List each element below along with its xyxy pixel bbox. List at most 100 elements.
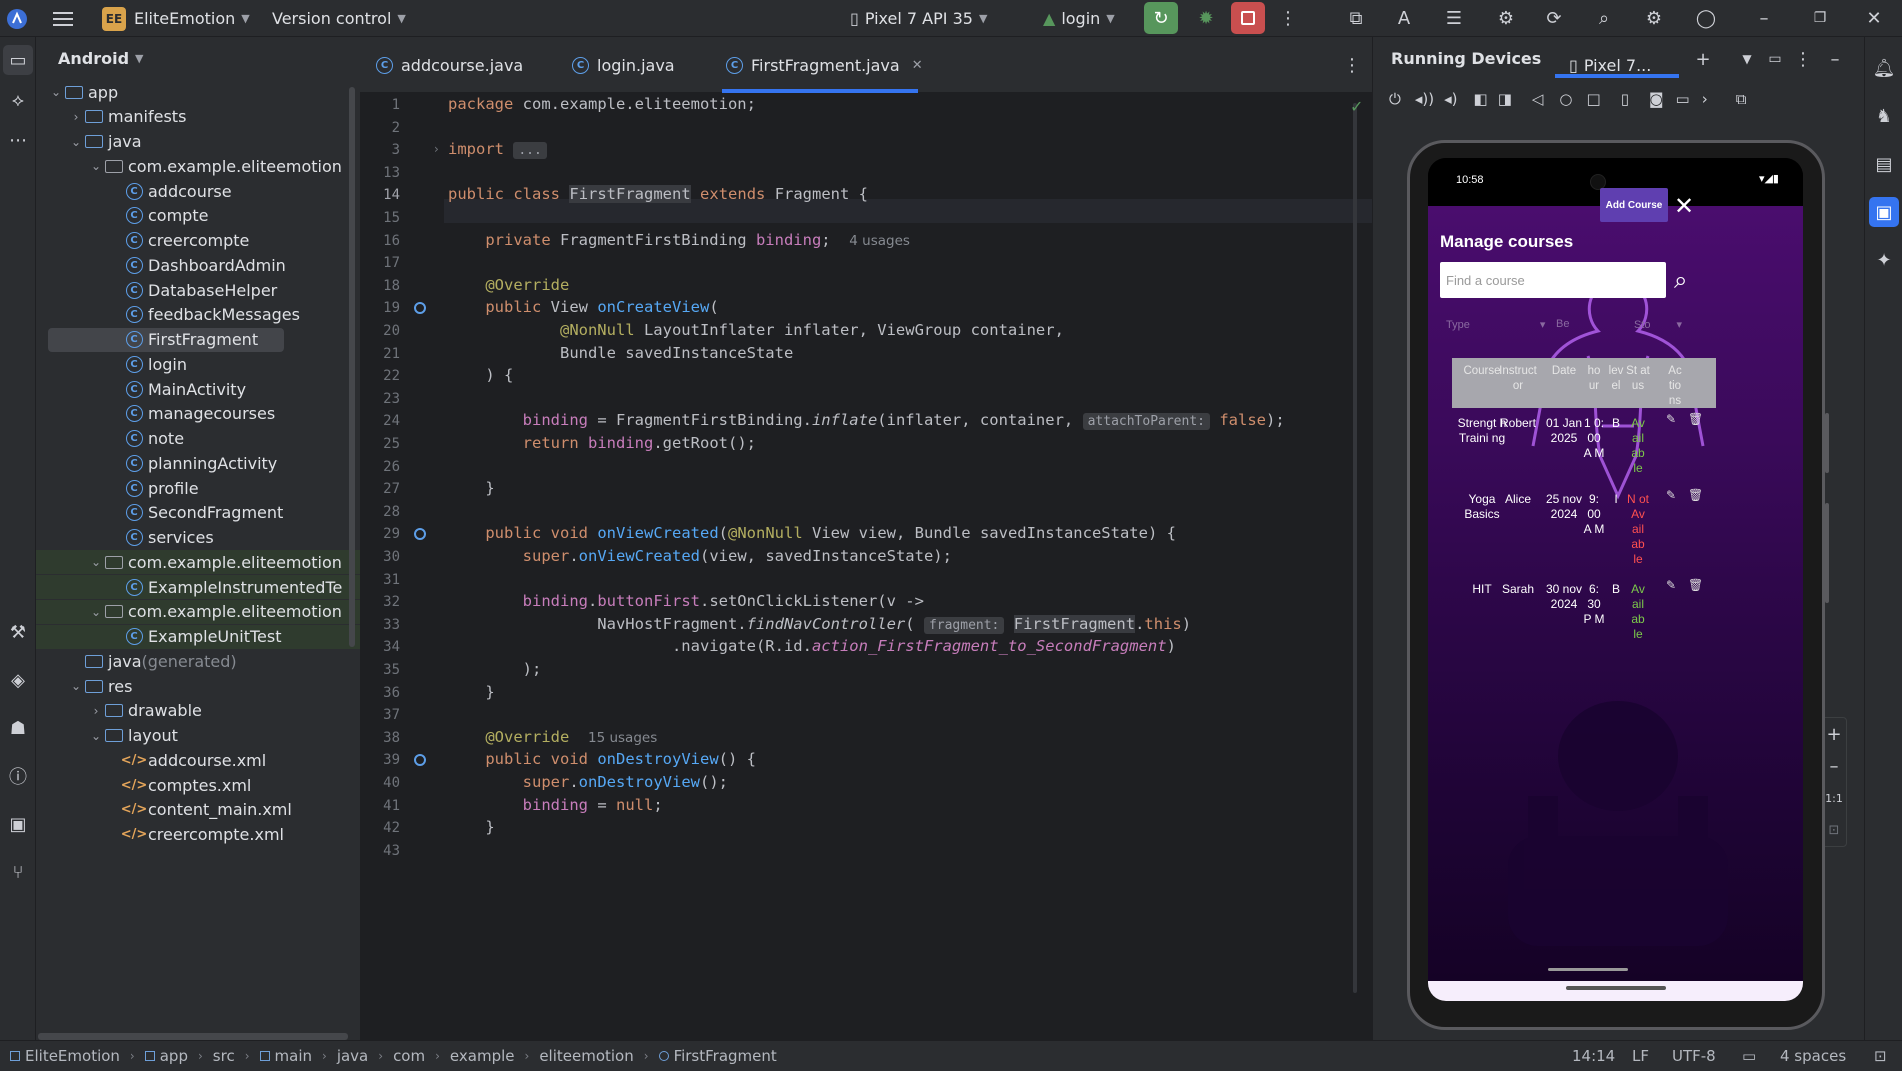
settings-button[interactable]: ⚙ (1640, 4, 1668, 32)
breadcrumb-item[interactable]: java (337, 1047, 368, 1065)
chevron-down-icon[interactable]: ⌄ (68, 679, 84, 693)
problems-button[interactable]: ⓘ (3, 761, 33, 791)
stop-button[interactable] (1231, 2, 1265, 34)
home-gesture-bar[interactable] (1566, 986, 1666, 990)
override-marker-icon[interactable] (414, 754, 426, 767)
file-encoding[interactable]: UTF-8 (1672, 1047, 1716, 1065)
add-course-button[interactable]: Add Course (1600, 188, 1668, 222)
restore-button[interactable]: ❐ (1806, 4, 1834, 32)
tree-item[interactable]: C ExampleUnitTest (36, 624, 360, 649)
breadcrumb-item[interactable]: src (213, 1047, 235, 1065)
status-filter[interactable]: Sto ▾ (1634, 318, 1682, 331)
level-filter[interactable]: Be (1556, 318, 1569, 330)
indent-setting[interactable]: 4 spaces (1780, 1047, 1846, 1065)
chevron-down-icon[interactable]: ⌄ (88, 159, 104, 173)
breadcrumb-item[interactable]: main (259, 1047, 312, 1065)
close-tab-icon[interactable]: ✕ (912, 58, 923, 73)
project-tool-button[interactable]: ▭ (3, 45, 33, 75)
zoom-out-button[interactable]: – (1822, 754, 1846, 778)
more-actions-button[interactable]: ⋮ (1276, 4, 1300, 32)
tree-item[interactable]: ⌄ com.example.eliteemotion (36, 550, 360, 575)
main-menu-icon[interactable] (50, 6, 76, 32)
tree-item[interactable]: Cnote (36, 427, 360, 451)
home-icon[interactable]: ○ (1559, 90, 1572, 108)
overview-icon[interactable]: □ (1587, 90, 1601, 108)
tree-item[interactable]: ⌄ app (36, 80, 360, 104)
terminal-button[interactable]: ▣ (3, 809, 33, 839)
zoom-fit-button[interactable]: ⊡ (1822, 818, 1846, 842)
gradle-button[interactable]: ⚙ (1492, 4, 1520, 32)
zoom-in-button[interactable]: + (1822, 722, 1846, 746)
type-filter[interactable]: Type ▾ (1446, 318, 1545, 331)
mirror-icon[interactable]: ⧉ (1736, 90, 1747, 108)
caret-position[interactable]: 14:14 (1572, 1047, 1615, 1065)
build-variants-button[interactable]: ⚒ (3, 617, 33, 647)
tree-item[interactable]: C MainActivity (36, 377, 360, 401)
search-button[interactable]: ⌕ (1590, 4, 1618, 32)
profiler-button[interactable]: ☰ (1440, 4, 1468, 32)
sync-button[interactable]: ⟳ (1540, 4, 1568, 32)
breadcrumb-item[interactable]: com (393, 1047, 425, 1065)
tree-item[interactable]: C DatabaseHelper (36, 278, 360, 302)
ai-assistant-button[interactable]: ✦ (1869, 245, 1899, 275)
breadcrumb-item[interactable]: app (144, 1047, 188, 1065)
chevron-down-icon[interactable]: ⌄ (88, 729, 104, 743)
tree-item[interactable]: CplanningActivity (36, 451, 360, 475)
code-area[interactable]: ✓ package com.example.eliteemotion; impor… (444, 93, 1372, 1040)
run-config-selector[interactable]: ▲ login ▼ (1043, 0, 1115, 37)
tabs-dropdown-button[interactable]: ▼ (1735, 47, 1759, 71)
tree-horizontal-scrollbar[interactable] (38, 1033, 348, 1040)
rerun-button[interactable]: ↻ (1144, 2, 1178, 34)
vcs-selector[interactable]: Version control ▼ (272, 0, 406, 37)
more-tools-button[interactable]: ⋯ (3, 125, 33, 155)
chevron-right-icon[interactable]: › (88, 704, 104, 718)
override-marker-icon[interactable] (414, 302, 426, 315)
tree-item[interactable]: Ccreercompte (36, 229, 360, 253)
add-device-button[interactable]: + (1691, 47, 1715, 71)
breadcrumb-item[interactable]: EliteEmotion (10, 1047, 120, 1065)
delete-icon[interactable]: 🗑︎ (1688, 412, 1703, 426)
tree-item[interactable]: Ccompte (36, 204, 360, 228)
chevron-down-icon[interactable]: ⌄ (68, 135, 84, 149)
tab-options-button[interactable]: ⋮ (1340, 51, 1364, 79)
device-manager-button[interactable]: ⧉ (1342, 4, 1370, 32)
tree-item[interactable]: java (generated) (36, 649, 360, 673)
logcat-button[interactable]: ☗ (3, 713, 33, 743)
fold-expand-icon[interactable]: › (434, 142, 439, 156)
git-button[interactable]: ⑂ (3, 857, 33, 887)
phone-screen[interactable]: 10:58 ▾◢▮ Add Course ✕ Manage courses Fi… (1428, 158, 1803, 1001)
tree-item[interactable]: CfeedbackMessages (36, 303, 360, 327)
android-studio-logo-icon[interactable] (4, 6, 30, 32)
tree-item[interactable]: › drawable (36, 699, 360, 723)
tab-firstfragment[interactable]: C FirstFragment.java ✕ (726, 37, 923, 93)
zoom-actual-button[interactable]: 1:1 (1822, 786, 1846, 810)
translate-button[interactable]: A (1390, 4, 1418, 32)
edit-icon[interactable]: ✎ (1666, 488, 1676, 502)
chevron-right-icon[interactable]: › (1702, 90, 1708, 108)
delete-icon[interactable]: 🗑︎ (1688, 488, 1703, 502)
chevron-right-icon[interactable]: › (68, 110, 84, 124)
tree-item[interactable]: Cservices (36, 526, 360, 550)
readonly-icon[interactable]: ▭ (1742, 1047, 1756, 1065)
tree-item[interactable]: ⌄ com.example.eliteemotion (36, 154, 360, 178)
device-selector[interactable]: ▯ Pixel 7 API 35 ▼ (850, 0, 987, 37)
override-marker-icon[interactable] (414, 528, 426, 541)
search-icon[interactable]: ⌕ (1674, 266, 1687, 294)
close-icon[interactable]: ✕ (1674, 192, 1694, 220)
tree-item[interactable]: </> content_main.xml (36, 798, 360, 822)
edit-icon[interactable]: ✎ (1666, 412, 1676, 426)
tree-scrollbar[interactable] (349, 87, 355, 647)
tree-item[interactable]: C SecondFragment (36, 501, 360, 525)
tab-login[interactable]: Clogin.java (572, 37, 675, 93)
tree-item[interactable]: Cmanagecourses (36, 402, 360, 426)
notifications-button[interactable]: 🔔︎ (1869, 53, 1899, 83)
tree-item[interactable]: </> comptes.xml (36, 773, 360, 797)
account-button[interactable]: ◯ (1692, 4, 1720, 32)
volume-down-icon[interactable]: ◂) (1444, 90, 1457, 108)
rotate-right-icon[interactable]: ◨ (1498, 90, 1512, 108)
tree-item[interactable]: C FirstFragment (48, 327, 284, 352)
panel-options-button[interactable]: ⋮ (1791, 47, 1815, 71)
delete-icon[interactable]: 🗑︎ (1688, 578, 1703, 592)
tree-item[interactable]: › manifests (36, 105, 360, 129)
chevron-down-icon[interactable]: ⌄ (88, 555, 104, 569)
